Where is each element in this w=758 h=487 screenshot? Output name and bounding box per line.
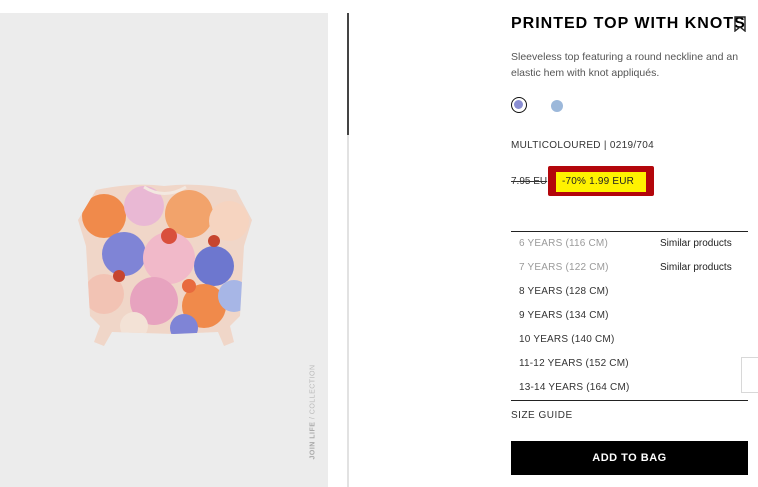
bookmark-icon[interactable] (734, 16, 746, 32)
printed-top-image (78, 184, 252, 346)
product-description: Sleeveless top featuring a round necklin… (511, 51, 739, 79)
swatch-fill (514, 100, 523, 109)
size-option-8y[interactable]: 8 YEARS (128 CM) (519, 286, 609, 297)
size-list-top-rule (511, 231, 748, 232)
size-option-6y[interactable]: 6 YEARS (116 CM) (519, 238, 608, 249)
similar-products-link[interactable]: Similar products (660, 238, 732, 249)
product-title: PRINTED TOP WITH KNOTS (511, 15, 746, 32)
scroll-thumb[interactable] (347, 13, 349, 135)
discount-price: -70% 1.99 EUR (562, 176, 635, 187)
color-swatch-purple-selected[interactable] (511, 97, 527, 113)
similar-products-link[interactable]: Similar products (660, 262, 732, 273)
size-guide-link[interactable]: SIZE GUIDE (511, 410, 573, 421)
size-option-7y[interactable]: 7 YEARS (122 CM) (519, 262, 609, 273)
size-option-13-14y[interactable]: 13-14 YEARS (164 CM) (519, 382, 630, 393)
product-reference: MULTICOLOURED | 0219/704 (511, 140, 654, 151)
side-panel-tab[interactable] (741, 357, 758, 393)
size-option-10y[interactable]: 10 YEARS (140 CM) (519, 334, 614, 345)
product-photo[interactable]: JOIN LIFE / COLLECTION (0, 13, 328, 487)
color-swatch-light-blue[interactable] (551, 100, 563, 112)
collection-watermark: JOIN LIFE / COLLECTION (309, 364, 317, 460)
old-price: 7.95 EU (511, 176, 548, 187)
size-option-9y[interactable]: 9 YEARS (134 CM) (519, 310, 609, 321)
add-to-bag-button[interactable]: ADD TO BAG (511, 441, 748, 475)
size-option-11-12y[interactable]: 11-12 YEARS (152 CM) (519, 358, 629, 369)
size-list-bottom-rule (511, 400, 748, 401)
